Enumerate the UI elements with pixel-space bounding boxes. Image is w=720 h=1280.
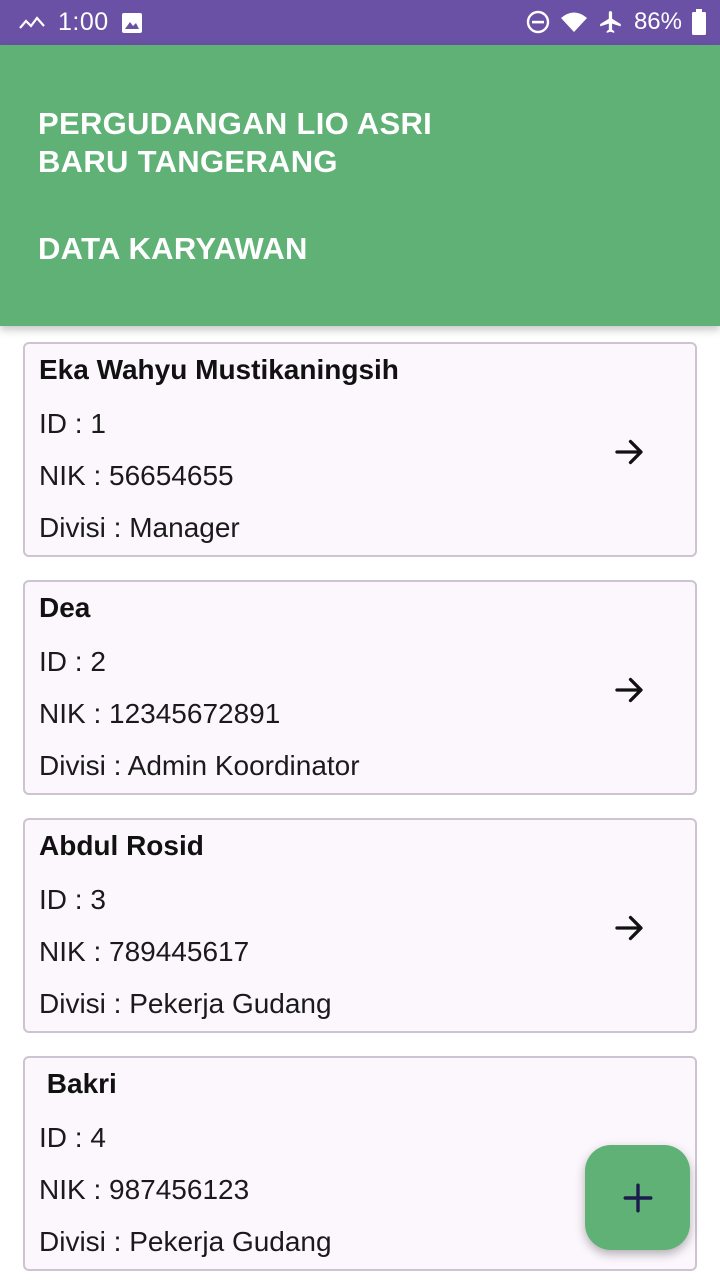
employee-name: Bakri (39, 1068, 117, 1099)
image-icon (121, 12, 142, 33)
app-bar: PERGUDANGAN LIO ASRI BARU TANGERANG DATA… (0, 45, 720, 326)
employee-divisi: Divisi : Pekerja Gudang (39, 1226, 332, 1257)
arrow-right-icon[interactable] (611, 672, 647, 708)
employee-nik: NIK : 789445617 (39, 936, 250, 967)
employee-name: Dea (39, 592, 91, 623)
battery-icon (692, 9, 706, 35)
employee-nik: NIK : 12345672891 (39, 698, 281, 729)
employee-list[interactable]: Eka Wahyu Mustikaningsih ID : 1 NIK : 56… (0, 326, 720, 1280)
page-subtitle: DATA KARYAWAN (38, 231, 308, 266)
plus-icon (623, 1183, 652, 1212)
employee-card[interactable]: Abdul Rosid ID : 3 NIK : 789445617 Divis… (23, 818, 697, 1033)
employee-id: ID : 4 (39, 1122, 106, 1153)
employee-id: ID : 3 (39, 884, 106, 915)
airplane-icon (600, 11, 621, 33)
signal-icon (19, 15, 45, 29)
arrow-right-icon[interactable] (611, 910, 647, 946)
arrow-right-icon[interactable] (611, 434, 647, 470)
employee-divisi: Divisi : Pekerja Gudang (39, 988, 332, 1019)
employee-id: ID : 1 (39, 408, 106, 439)
title-line-2: BARU TANGERANG (38, 144, 338, 179)
employee-divisi: Divisi : Admin Koordinator (39, 750, 360, 781)
dnd-icon (526, 10, 550, 34)
employee-divisi: Divisi : Manager (39, 512, 240, 543)
wifi-icon (560, 12, 587, 32)
employee-nik: NIK : 987456123 (39, 1174, 250, 1205)
battery-percent: 86% (633, 8, 682, 35)
employee-name: Eka Wahyu Mustikaningsih (39, 354, 399, 385)
title-line-1: PERGUDANGAN LIO ASRI (38, 106, 433, 141)
page-title: PERGUDANGAN LIO ASRI BARU TANGERANG (38, 105, 432, 181)
employee-nik: NIK : 56654655 (39, 460, 234, 491)
employee-id: ID : 2 (39, 646, 106, 677)
add-employee-button[interactable] (585, 1145, 690, 1250)
employee-card[interactable]: Dea ID : 2 NIK : 12345672891 Divisi : Ad… (23, 580, 697, 795)
status-bar: 1:00 86% (0, 0, 720, 45)
employee-name: Abdul Rosid (39, 830, 204, 861)
employee-card[interactable]: Eka Wahyu Mustikaningsih ID : 1 NIK : 56… (23, 342, 697, 557)
status-time: 1:00 (58, 8, 109, 36)
